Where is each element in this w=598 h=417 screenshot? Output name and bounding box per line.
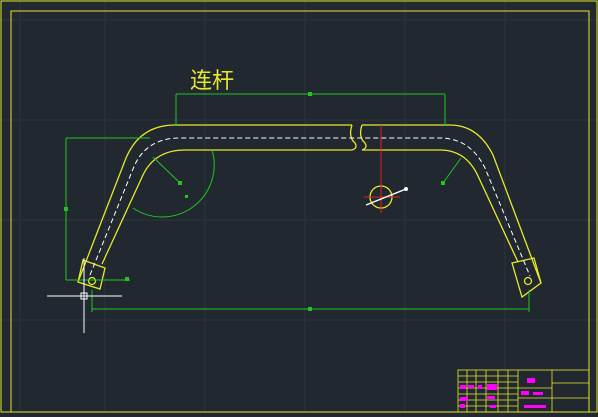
background-grid — [0, 0, 598, 413]
title-block-text-marks — [460, 378, 546, 408]
connecting-rod-outline — [77, 124, 542, 299]
outer-border — [0, 0, 598, 413]
dimensions — [65, 93, 530, 312]
drawing-svg: 连杆 — [0, 0, 598, 413]
cad-canvas[interactable]: 连杆 — [0, 0, 598, 413]
part-title: 连杆 — [190, 69, 234, 94]
crosshair-cursor-icon — [47, 258, 122, 333]
drawing-frame — [10, 10, 590, 413]
